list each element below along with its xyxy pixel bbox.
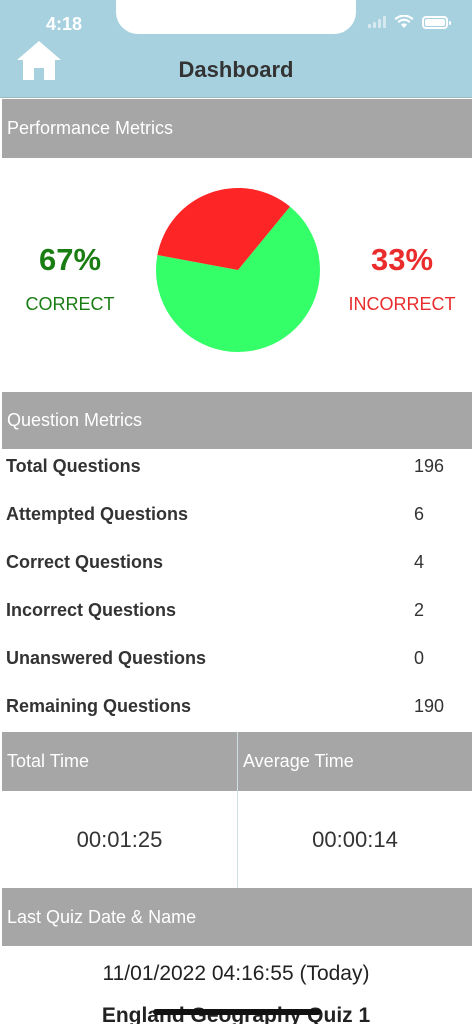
metric-label: Remaining Questions bbox=[6, 696, 192, 716]
status-time: 4:18 bbox=[46, 14, 83, 34]
performance-metrics-header: Performance Metrics bbox=[2, 99, 472, 158]
metric-label: Attempted Questions bbox=[6, 504, 189, 524]
status-bar: 4:18 bbox=[0, 0, 472, 46]
metric-value: 6 bbox=[414, 504, 425, 524]
performance-chart: 67% CORRECT 33% INCORRECT bbox=[0, 158, 472, 392]
battery-icon bbox=[422, 15, 451, 29]
total-time-label: Total Time bbox=[2, 732, 237, 791]
last-quiz-header: Last Quiz Date & Name bbox=[2, 888, 472, 946]
metric-row-total: Total Questions 196 bbox=[6, 450, 466, 498]
metric-label: Unanswered Questions bbox=[6, 648, 207, 668]
metric-value: 0 bbox=[414, 648, 425, 668]
last-quiz-date: 11/01/2022 04:16:55 (Today) bbox=[102, 962, 370, 985]
page-title: Dashboard bbox=[178, 57, 294, 82]
total-time-value: 00:01:25 bbox=[76, 826, 163, 852]
metric-label: Total Questions bbox=[6, 456, 141, 476]
metric-value: 2 bbox=[414, 600, 425, 620]
metric-row-incorrect: Incorrect Questions 2 bbox=[6, 594, 466, 642]
metric-row-attempted: Attempted Questions 6 bbox=[6, 498, 466, 546]
metric-value: 196 bbox=[414, 456, 445, 476]
time-metrics: Total Time 00:01:25 Average Time 00:00:1… bbox=[2, 732, 472, 888]
question-metrics-header: Question Metrics bbox=[2, 392, 472, 449]
pie-chart bbox=[156, 188, 320, 352]
metric-value: 190 bbox=[414, 696, 445, 716]
metric-label: Incorrect Questions bbox=[6, 600, 177, 620]
total-time-panel: Total Time 00:01:25 bbox=[2, 732, 237, 888]
cellular-signal-icon bbox=[368, 16, 386, 28]
device-notch bbox=[116, 0, 356, 34]
metric-value: 4 bbox=[414, 552, 425, 572]
metric-row-remaining: Remaining Questions 190 bbox=[6, 690, 466, 738]
incorrect-label: INCORRECT bbox=[348, 294, 456, 314]
average-time-label: Average Time bbox=[238, 732, 472, 791]
average-time-value: 00:00:14 bbox=[312, 826, 398, 852]
average-time-panel: Average Time 00:00:14 bbox=[238, 732, 472, 888]
metric-row-unanswered: Unanswered Questions 0 bbox=[6, 642, 466, 690]
correct-percentage: 67% bbox=[38, 242, 102, 277]
status-icons bbox=[368, 15, 451, 29]
correct-label: CORRECT bbox=[25, 294, 115, 314]
metric-label: Correct Questions bbox=[6, 552, 164, 572]
incorrect-percentage: 33% bbox=[370, 242, 434, 277]
nav-bar: Dashboard bbox=[0, 41, 472, 98]
wifi-icon bbox=[394, 15, 414, 28]
metric-row-correct: Correct Questions 4 bbox=[6, 546, 466, 594]
home-indicator[interactable] bbox=[153, 1009, 321, 1015]
